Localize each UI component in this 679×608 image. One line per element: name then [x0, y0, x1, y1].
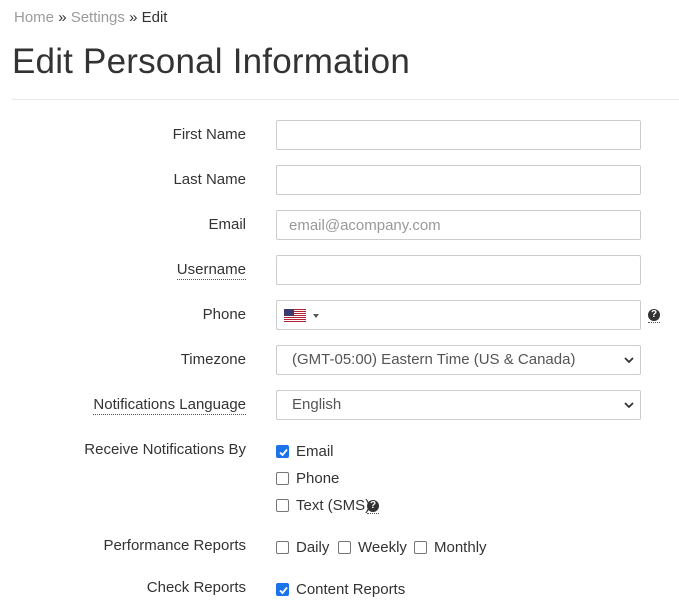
chevron-down-icon — [624, 357, 634, 364]
phone-label: Phone — [202, 306, 246, 323]
report-weekly-checkbox[interactable] — [338, 541, 351, 554]
notify-email-checkbox[interactable] — [276, 445, 289, 458]
breadcrumb-settings-link[interactable]: Settings — [71, 9, 125, 26]
breadcrumb: Home » Settings » Edit — [14, 9, 167, 26]
breadcrumb-home-link[interactable]: Home — [14, 9, 54, 26]
notify-email-label: Email — [296, 443, 334, 460]
check-icon — [279, 586, 288, 595]
breadcrumb-separator: » — [129, 9, 138, 26]
timezone-label: Timezone — [180, 351, 246, 368]
header-divider — [12, 99, 679, 100]
phone-help[interactable]: ? — [648, 309, 660, 323]
username-input[interactable] — [276, 255, 641, 285]
report-weekly-label: Weekly — [358, 539, 407, 556]
language-selected-value: English — [292, 396, 342, 413]
country-selector[interactable] — [284, 308, 320, 324]
notifications-language-label: Notifications Language — [93, 396, 246, 415]
timezone-select[interactable]: (GMT-05:00) Eastern Time (US & Canada) — [276, 345, 641, 375]
report-daily-checkbox[interactable] — [276, 541, 289, 554]
chevron-down-icon — [624, 402, 634, 409]
sms-help[interactable]: ? — [367, 500, 379, 514]
receive-notifications-label: Receive Notifications By — [84, 441, 246, 458]
performance-reports-label: Performance Reports — [103, 537, 246, 554]
timezone-selected-value: (GMT-05:00) Eastern Time (US & Canada) — [292, 351, 576, 368]
content-reports-label: Content Reports — [296, 581, 406, 598]
breadcrumb-separator: » — [58, 9, 67, 26]
content-reports-checkbox[interactable] — [276, 583, 289, 596]
last-name-input[interactable] — [276, 165, 641, 195]
page-title: Edit Personal Information — [12, 42, 410, 81]
first-name-label: First Name — [172, 126, 246, 143]
notify-sms-label: Text (SMS) — [296, 497, 371, 514]
breadcrumb-current: Edit — [141, 9, 168, 26]
caret-down-icon — [313, 314, 319, 318]
check-icon — [279, 448, 288, 457]
us-flag-icon — [284, 309, 306, 322]
notify-phone-label: Phone — [296, 470, 340, 487]
email-input[interactable] — [276, 210, 641, 240]
last-name-label: Last Name — [173, 171, 246, 188]
notifications-language-select[interactable]: English — [276, 390, 641, 420]
notify-sms-checkbox[interactable] — [276, 499, 289, 512]
first-name-input[interactable] — [276, 120, 641, 150]
notify-phone-checkbox[interactable] — [276, 472, 289, 485]
report-daily-label: Daily — [296, 539, 330, 556]
question-icon: ? — [367, 500, 379, 512]
question-icon: ? — [648, 309, 660, 321]
report-monthly-checkbox[interactable] — [414, 541, 427, 554]
username-label: Username — [176, 261, 246, 280]
report-monthly-label: Monthly — [434, 539, 487, 556]
check-reports-label: Check Reports — [146, 579, 246, 596]
phone-input[interactable] — [276, 300, 641, 330]
email-label: Email — [208, 216, 246, 233]
